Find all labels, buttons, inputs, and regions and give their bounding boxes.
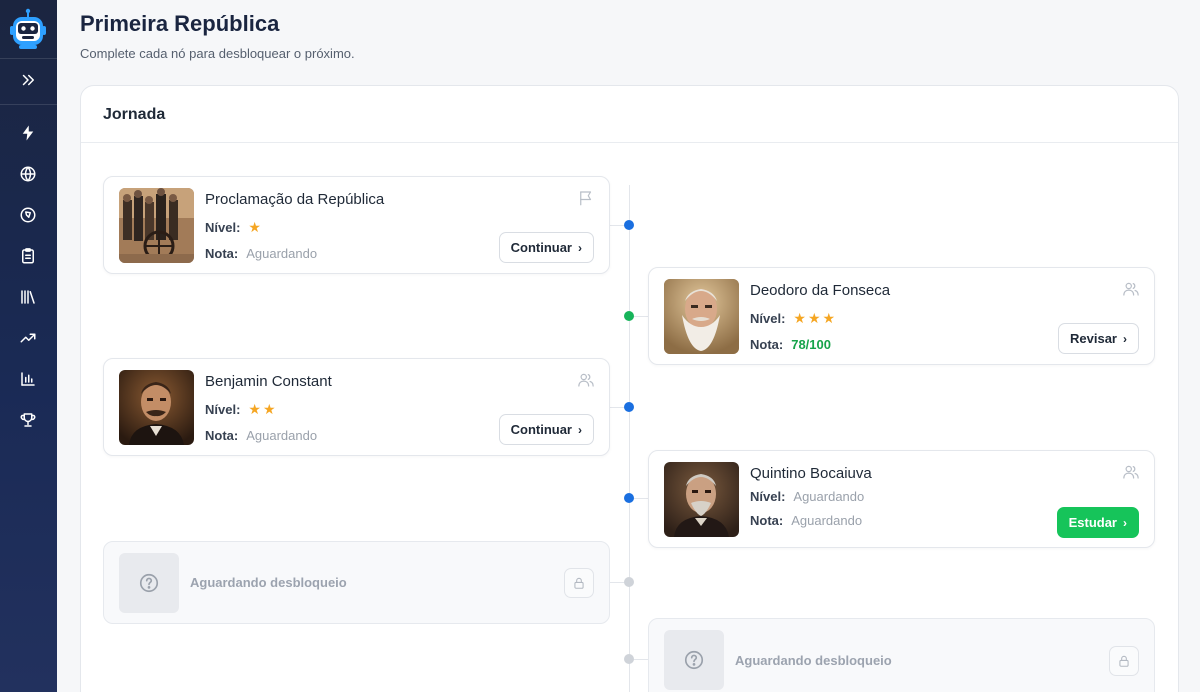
clipboard-icon xyxy=(22,248,34,264)
grade-value: Aguardando xyxy=(246,428,318,443)
node-image xyxy=(664,279,739,354)
library-icon xyxy=(21,290,35,304)
lightning-icon xyxy=(22,125,34,141)
continue-button[interactable]: Continuar › xyxy=(498,232,594,263)
panel-divider xyxy=(81,142,1178,143)
locked-node-image xyxy=(664,630,724,690)
button-label: Estudar xyxy=(1068,515,1117,530)
sidebar-item-ranking[interactable] xyxy=(8,404,48,436)
journey-node-card: Benjamin Constant Nível: ★★ Nota: Aguard… xyxy=(103,358,610,456)
node-title: Benjamin Constant xyxy=(205,373,332,390)
locked-node-text: Aguardando desbloqueio xyxy=(190,575,347,590)
chevron-right-icon: › xyxy=(1123,331,1127,346)
locked-node-text: Aguardando desbloqueio xyxy=(735,653,892,668)
grade-value: Aguardando xyxy=(791,513,863,528)
globe-icon xyxy=(20,166,36,182)
level-label: Nível: xyxy=(205,220,241,235)
grade-label: Nota: xyxy=(205,246,239,261)
grade-label: Nota: xyxy=(750,337,784,352)
sidebar-item-world[interactable] xyxy=(8,158,48,190)
sidebar-item-library[interactable] xyxy=(8,281,48,313)
star-rating: ★★ xyxy=(248,401,278,417)
sidebar-divider xyxy=(0,104,57,105)
timeline-dot-active xyxy=(624,493,634,503)
sidebar xyxy=(0,0,57,692)
page-subtitle: Complete cada nó para desbloquear o próx… xyxy=(80,46,355,61)
app-logo[interactable] xyxy=(8,6,48,52)
button-label: Continuar xyxy=(510,422,572,437)
node-grade: Nota: Aguardando xyxy=(750,513,862,528)
sidebar-item-explore[interactable] xyxy=(8,199,48,231)
sidebar-divider xyxy=(0,58,57,59)
star-rating: ★ xyxy=(248,219,263,235)
node-grade: Nota: Aguardando xyxy=(205,428,317,443)
timeline-dot-active xyxy=(624,220,634,230)
level-value: Aguardando xyxy=(793,489,865,504)
level-label: Nível: xyxy=(205,402,241,417)
grade-label: Nota: xyxy=(205,428,239,443)
study-button[interactable]: Estudar › xyxy=(1056,507,1139,538)
flag-icon xyxy=(577,189,595,207)
node-title: Deodoro da Fonseca xyxy=(750,282,891,299)
level-label: Nível: xyxy=(750,311,786,326)
journey-node-card: Proclamação da República Nível: ★ Nota: … xyxy=(103,176,610,274)
journey-node-card: Quintino Bocaiuva Nível: Aguardando Nota… xyxy=(648,450,1155,548)
node-title: Quintino Bocaiuva xyxy=(750,465,872,482)
node-grade: Nota: Aguardando xyxy=(205,246,317,261)
node-title: Proclamação da República xyxy=(205,191,385,208)
lock-icon xyxy=(1119,655,1129,667)
bar-chart-icon xyxy=(21,372,35,386)
chevron-right-icon: › xyxy=(578,422,582,437)
timeline-dot-active xyxy=(624,402,634,412)
trophy-icon xyxy=(20,413,36,427)
chevron-right-icon: › xyxy=(1123,515,1127,530)
node-level: Nível: ★★ xyxy=(205,401,278,418)
button-label: Revisar xyxy=(1070,331,1117,346)
compass-icon xyxy=(20,207,36,223)
trending-icon xyxy=(20,333,36,343)
button-label: Continuar xyxy=(510,240,572,255)
node-image xyxy=(119,188,194,263)
expand-sidebar-button[interactable] xyxy=(8,64,48,96)
page-title: Primeira República xyxy=(80,11,280,36)
review-button[interactable]: Revisar › xyxy=(1058,323,1139,354)
users-icon xyxy=(1122,463,1140,481)
timeline-line xyxy=(629,185,630,692)
lock-icon xyxy=(574,577,584,589)
locked-button xyxy=(1109,646,1139,676)
sidebar-item-progress[interactable] xyxy=(8,322,48,354)
locked-node-card: Aguardando desbloqueio xyxy=(103,541,610,624)
chevron-right-icon: › xyxy=(578,240,582,255)
timeline-dot-locked xyxy=(624,654,634,664)
journey-node-card: Deodoro da Fonseca Nível: ★★★ Nota: 78/1… xyxy=(648,267,1155,365)
node-image xyxy=(664,462,739,537)
sidebar-item-activity[interactable] xyxy=(8,117,48,149)
sidebar-item-tasks[interactable] xyxy=(8,240,48,272)
grade-value: Aguardando xyxy=(246,246,318,261)
node-level: Nível: ★ xyxy=(205,219,263,236)
locked-node-image xyxy=(119,553,179,613)
timeline-dot-locked xyxy=(624,577,634,587)
question-icon xyxy=(139,573,159,593)
users-icon xyxy=(1122,280,1140,298)
locked-node-card: Aguardando desbloqueio xyxy=(648,618,1155,692)
question-icon xyxy=(684,650,704,670)
timeline-dot-complete xyxy=(624,311,634,321)
star-rating: ★★★ xyxy=(793,310,838,326)
node-level: Nível: Aguardando xyxy=(750,489,864,504)
sidebar-item-stats[interactable] xyxy=(8,363,48,395)
level-label: Nível: xyxy=(750,489,786,504)
node-image xyxy=(119,370,194,445)
node-level: Nível: ★★★ xyxy=(750,310,837,327)
panel-title: Jornada xyxy=(103,106,166,123)
grade-score: 78/100 xyxy=(791,337,831,352)
grade-label: Nota: xyxy=(750,513,784,528)
expand-icon xyxy=(22,74,34,86)
locked-button xyxy=(564,568,594,598)
continue-button[interactable]: Continuar › xyxy=(498,414,594,445)
users-icon xyxy=(577,371,595,389)
node-grade: Nota: 78/100 xyxy=(750,337,831,352)
